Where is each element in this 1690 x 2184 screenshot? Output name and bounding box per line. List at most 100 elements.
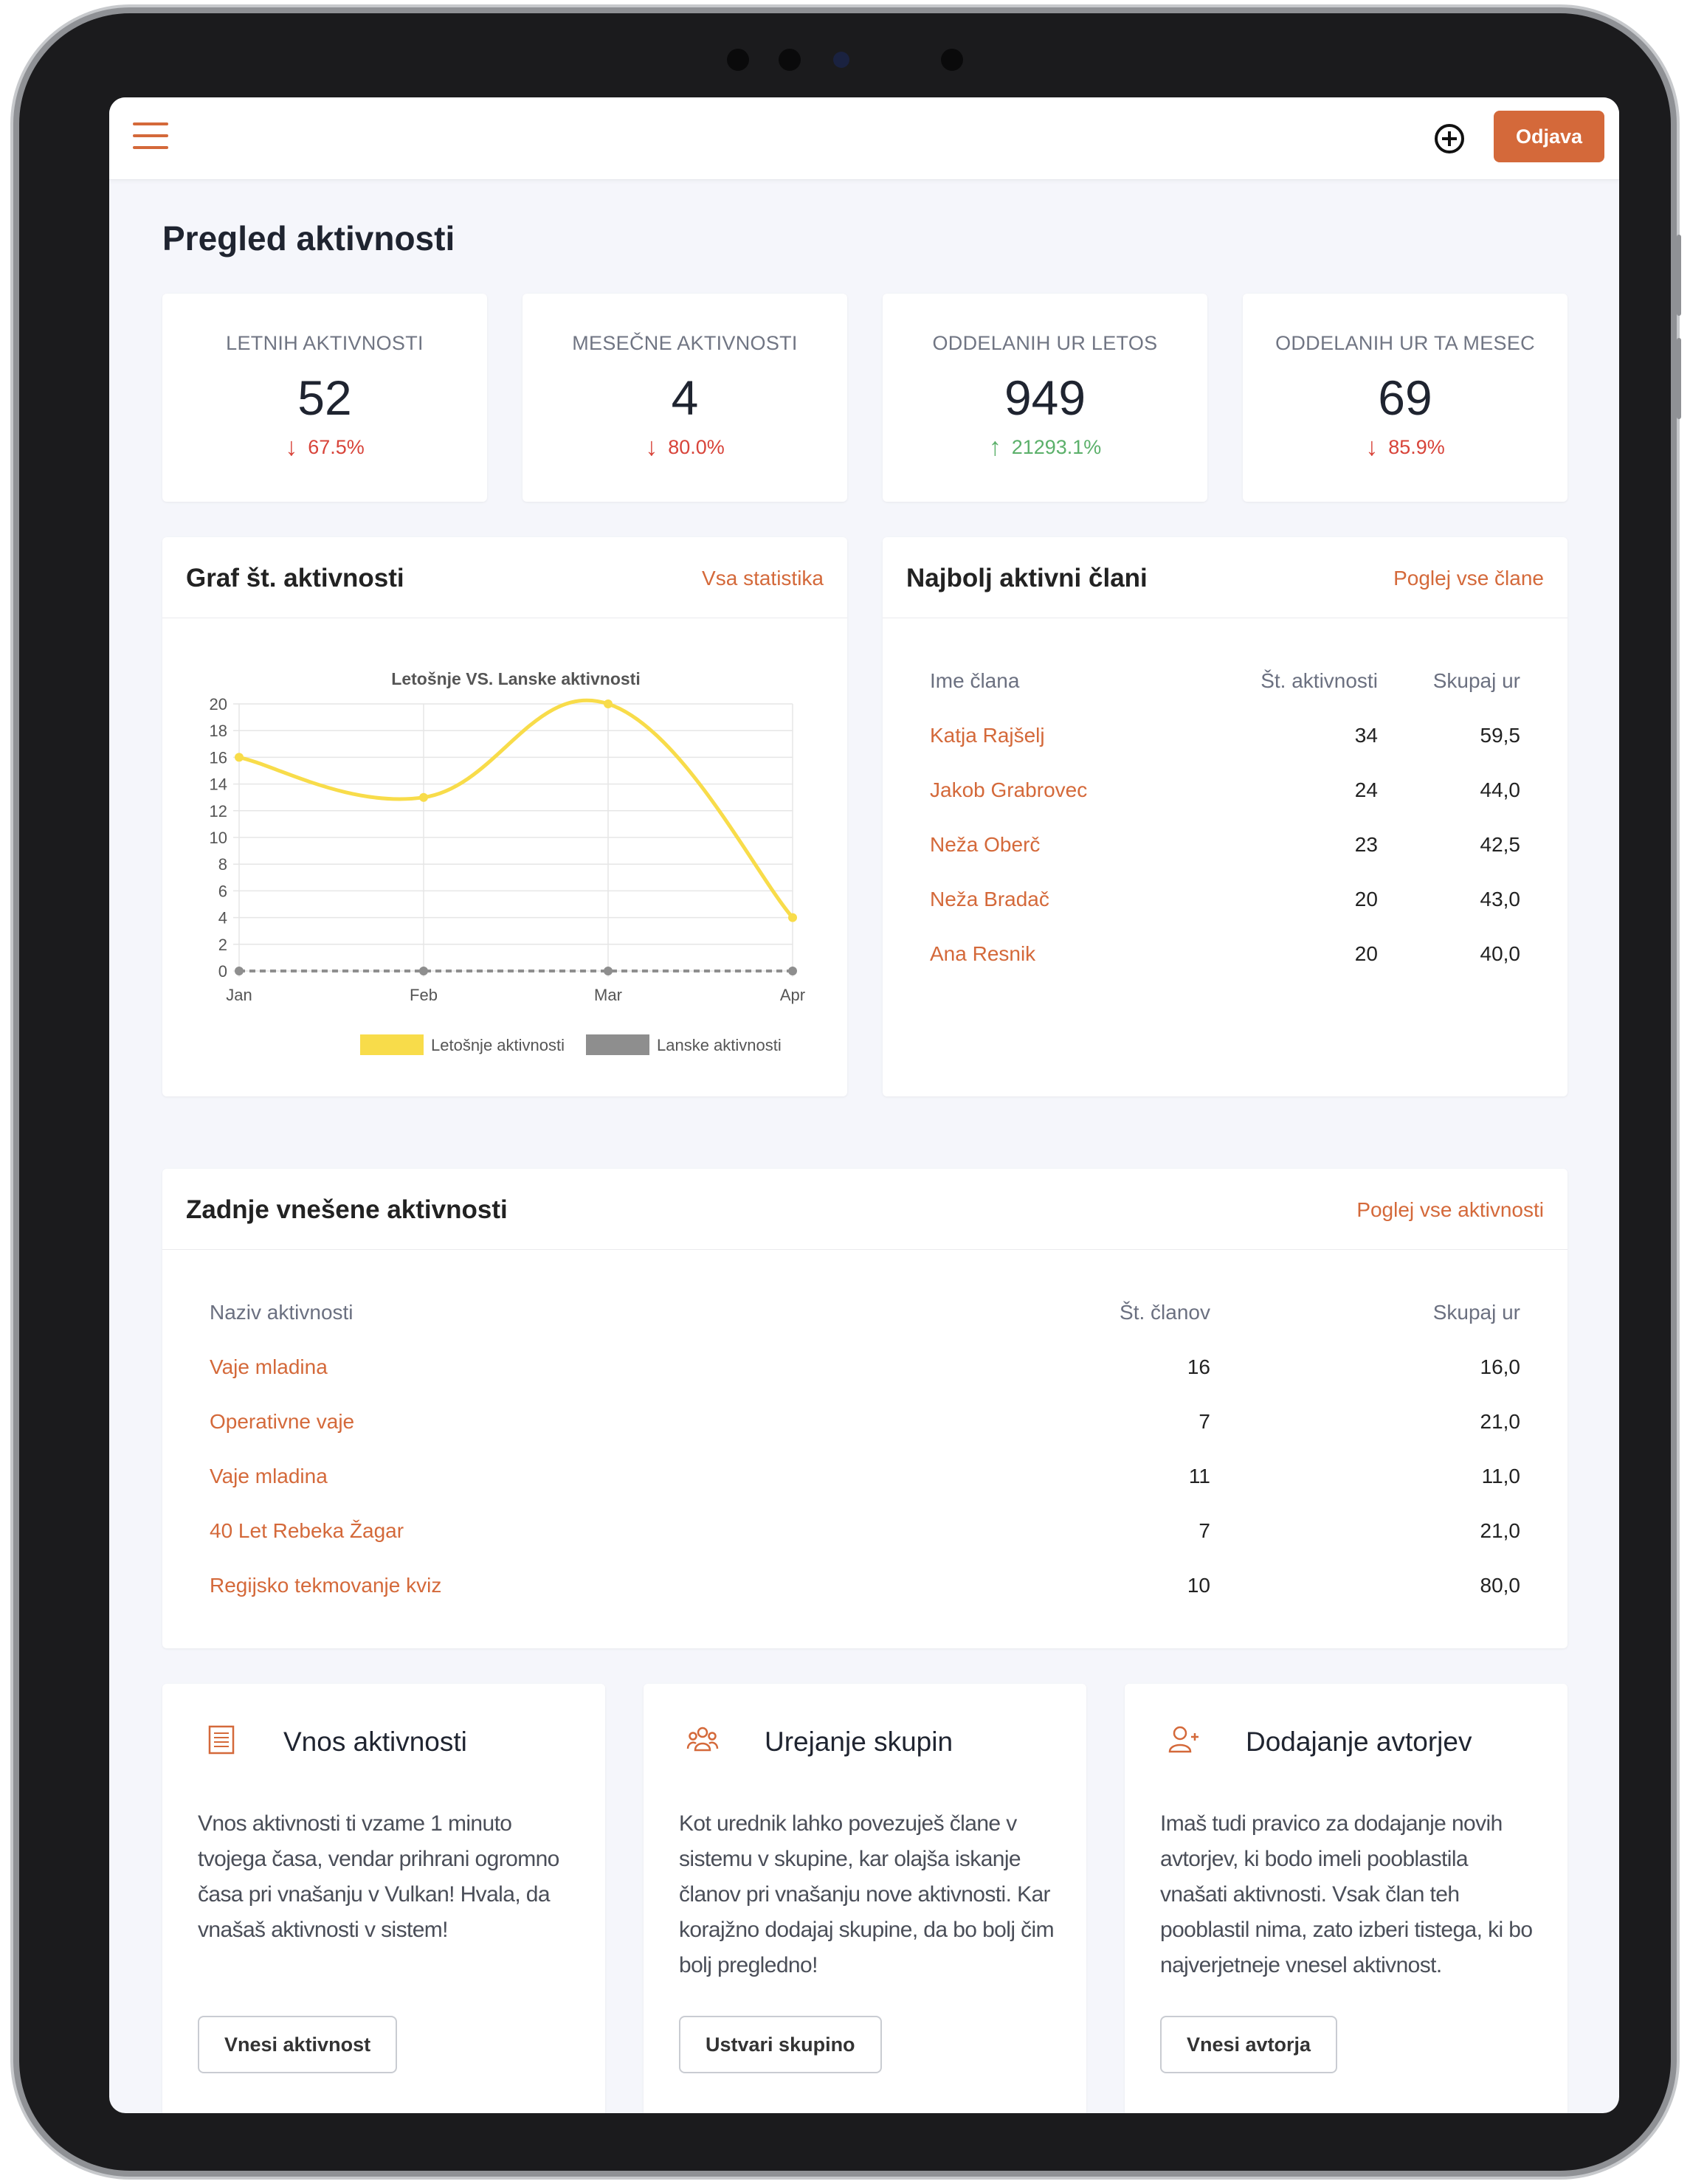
members-table: Ime člana Št. aktivnosti Skupaj ur Katja… [930,654,1520,981]
logout-button[interactable]: Odjava [1494,111,1604,162]
data-point-last-year [604,967,613,975]
total-hours: 44,0 [1480,778,1521,801]
stat-label: ODDELANIH UR LETOS [932,332,1158,354]
y-tick-label: 16 [210,748,227,767]
all-statistics-link[interactable]: Vsa statistika [702,567,824,590]
activity-name-link[interactable]: Vaje mladina [210,1340,1063,1395]
activity-count: 20 [1354,942,1378,965]
member-count: 7 [1198,1519,1210,1542]
member-name-link[interactable]: Neža Oberč [930,818,1187,872]
legend-swatch-last-year [586,1034,649,1055]
all-activities-link[interactable]: Poglej vse aktivnosti [1356,1198,1544,1222]
legend-label: Lanske aktivnosti [657,1036,782,1054]
stat-change: ↓ 80.0% [522,433,847,462]
data-point-this-year [235,753,244,762]
arrow-down-icon: ↓ [285,433,298,461]
member-name-link[interactable]: Neža Bradač [930,872,1187,927]
add-author-button[interactable]: Vnesi avtorja [1160,2016,1338,2073]
total-hours: 21,0 [1480,1519,1521,1542]
feature-card-groups: Urejanje skupin Kot urednik lahko povezu… [644,1684,1086,2113]
y-tick-label: 0 [218,962,227,981]
stat-card-yearly-activities: LETNIH AKTIVNOSTI 52 ↓ 67.5% [162,294,487,502]
table-row: 40 Let Rebeka Žagar 7 21,0 [210,1504,1520,1558]
activity-chart: Letošnje VS. Lanske aktivnosti 0 2 4 6 8 10 12 1… [210,669,805,1055]
feature-title: Dodajanje avtorjev [1246,1727,1472,1757]
volume-button-lower [1677,338,1681,419]
stat-card-monthly-activities: MESEČNE AKTIVNOSTI 4 ↓ 80.0% [522,294,847,502]
stat-value: 52 [297,370,352,425]
users-group-icon [686,1727,719,1752]
stat-label: ODDELANIH UR TA MESEC [1275,332,1535,354]
x-tick-label: Apr [780,986,805,1004]
chart-title: Letošnje VS. Lanske aktivnosti [391,669,640,688]
data-point-last-year [235,967,244,975]
series-line-this-year [238,698,794,919]
table-row: Jakob Grabrovec 24 44,0 [930,763,1520,818]
data-point-last-year [788,967,797,975]
y-tick-label: 4 [218,909,227,927]
tablet-frame: Odjava Pregled aktivnosti LETNIH AKTIVNO… [19,13,1681,2171]
document-list-icon [208,1725,235,1755]
stat-value: 69 [1378,370,1432,425]
stat-value: 4 [671,370,699,425]
activity-name-link[interactable]: 40 Let Rebeka Žagar [210,1504,1063,1558]
table-row: Vaje mladina 16 16,0 [210,1340,1520,1395]
stat-card-yearly-hours: ODDELANIH UR LETOS 949 ↑ 21293.1% [883,294,1207,502]
x-tick-label: Mar [594,986,622,1004]
y-tick-label: 10 [210,829,227,847]
latest-activities-card: Zadnje vnešene aktivnosti Poglej vse akt… [162,1169,1567,1648]
camera-icon [727,49,749,71]
stat-change: ↓ 85.9% [1243,433,1567,462]
activity-count: 23 [1354,833,1378,856]
member-name-link[interactable]: Ana Resnik [930,927,1187,981]
column-header: Skupaj ur [1432,1301,1520,1324]
table-row: Neža Bradač 20 43,0 [930,872,1520,927]
arrow-up-icon: ↑ [988,433,1001,461]
feature-card-authors: Dodajanje avtorjev Imaš tudi pravico za … [1125,1684,1567,2113]
total-hours: 16,0 [1480,1355,1521,1378]
stat-change-value: 80.0% [668,436,725,458]
activity-name-link[interactable]: Operativne vaje [210,1395,1063,1449]
table-row: Vaje mladina 11 11,0 [210,1449,1520,1504]
total-hours: 40,0 [1480,942,1521,965]
total-hours: 42,5 [1480,833,1521,856]
top-members-card: Najbolj aktivni člani Poglej vse člane I… [883,537,1567,1096]
all-members-link[interactable]: Poglej vse člane [1393,567,1544,590]
stat-value: 949 [1004,370,1086,425]
member-count: 7 [1198,1410,1210,1433]
stat-card-monthly-hours: ODDELANIH UR TA MESEC 69 ↓ 85.9% [1243,294,1567,502]
member-name-link[interactable]: Katja Rajšelj [930,708,1187,763]
sensor-icon [941,49,963,71]
data-point-this-year [604,699,613,708]
page-title: Pregled aktivnosti [162,219,455,258]
member-count: 11 [1188,1465,1210,1487]
column-header: Št. aktivnosti [1260,669,1378,692]
legend-swatch-this-year [360,1034,424,1055]
activity-name-link[interactable]: Regijsko tekmovanje kviz [210,1558,1063,1613]
add-icon[interactable] [1435,124,1464,153]
add-activity-button[interactable]: Vnesi aktivnost [198,2016,398,2073]
menu-icon[interactable] [133,122,168,152]
column-header: Ime člana [930,669,1020,692]
x-tick-label: Feb [410,986,438,1004]
stat-change: ↑ 21293.1% [883,433,1207,462]
y-tick-label: 12 [210,802,227,820]
stat-change: ↓ 67.5% [162,433,487,462]
member-name-link[interactable]: Jakob Grabrovec [930,763,1187,818]
card-title: Graf št. aktivnosti [186,564,404,592]
activity-name-link[interactable]: Vaje mladina [210,1449,1063,1504]
arrow-down-icon: ↓ [645,433,658,461]
y-tick-label: 6 [218,882,227,900]
data-point-this-year [788,913,797,922]
activities-table: Naziv aktivnosti Št. članov Skupaj ur Va… [210,1285,1520,1613]
table-row: Ana Resnik 20 40,0 [930,927,1520,981]
activity-count: 34 [1354,724,1378,747]
column-header: Skupaj ur [1432,669,1520,692]
table-header-row: Naziv aktivnosti Št. članov Skupaj ur [210,1285,1520,1340]
total-hours: 80,0 [1480,1574,1521,1597]
data-point-this-year [419,792,428,802]
stat-change-value: 67.5% [308,436,365,458]
card-title: Najbolj aktivni člani [906,564,1148,592]
create-group-button[interactable]: Ustvari skupino [679,2016,882,2073]
card-header: Najbolj aktivni člani Poglej vse člane [883,537,1567,618]
